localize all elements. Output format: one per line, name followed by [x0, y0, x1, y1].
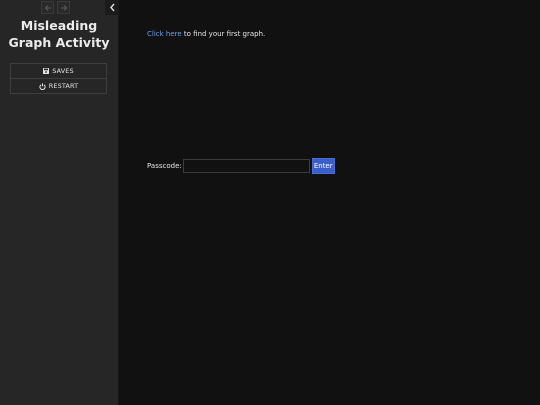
chevron-left-icon [109, 3, 115, 12]
restart-label: RESTART [48, 82, 79, 90]
restart-button[interactable]: RESTART [10, 79, 107, 94]
saves-label: SAVES [52, 67, 74, 75]
story-title: Misleading Graph Activity [8, 18, 110, 50]
passcode-form: Passcode: Enter [147, 158, 335, 174]
arrow-left-icon [44, 4, 51, 11]
story-app: Misleading Graph Activity SAVES RESTART … [0, 0, 540, 405]
arrow-right-icon [60, 4, 67, 11]
history-forward-button[interactable] [57, 1, 70, 14]
first-graph-link[interactable]: Click here [147, 30, 182, 38]
enter-button[interactable]: Enter [311, 158, 335, 174]
passage-text: Click here to find your first graph. [147, 29, 265, 40]
passcode-input[interactable] [182, 159, 310, 173]
passage-sentence: to find your first graph. [181, 30, 266, 38]
history-back-button[interactable] [41, 1, 54, 14]
ui-sidebar: Misleading Graph Activity SAVES RESTART [0, 0, 119, 405]
passcode-label: Passcode: [147, 162, 182, 170]
save-icon [43, 68, 50, 74]
saves-button[interactable]: SAVES [10, 63, 107, 79]
power-icon [39, 82, 46, 90]
history-controls [41, 1, 70, 14]
sidebar-collapse-button[interactable] [105, 0, 119, 15]
sidebar-menu: SAVES RESTART [10, 63, 107, 94]
